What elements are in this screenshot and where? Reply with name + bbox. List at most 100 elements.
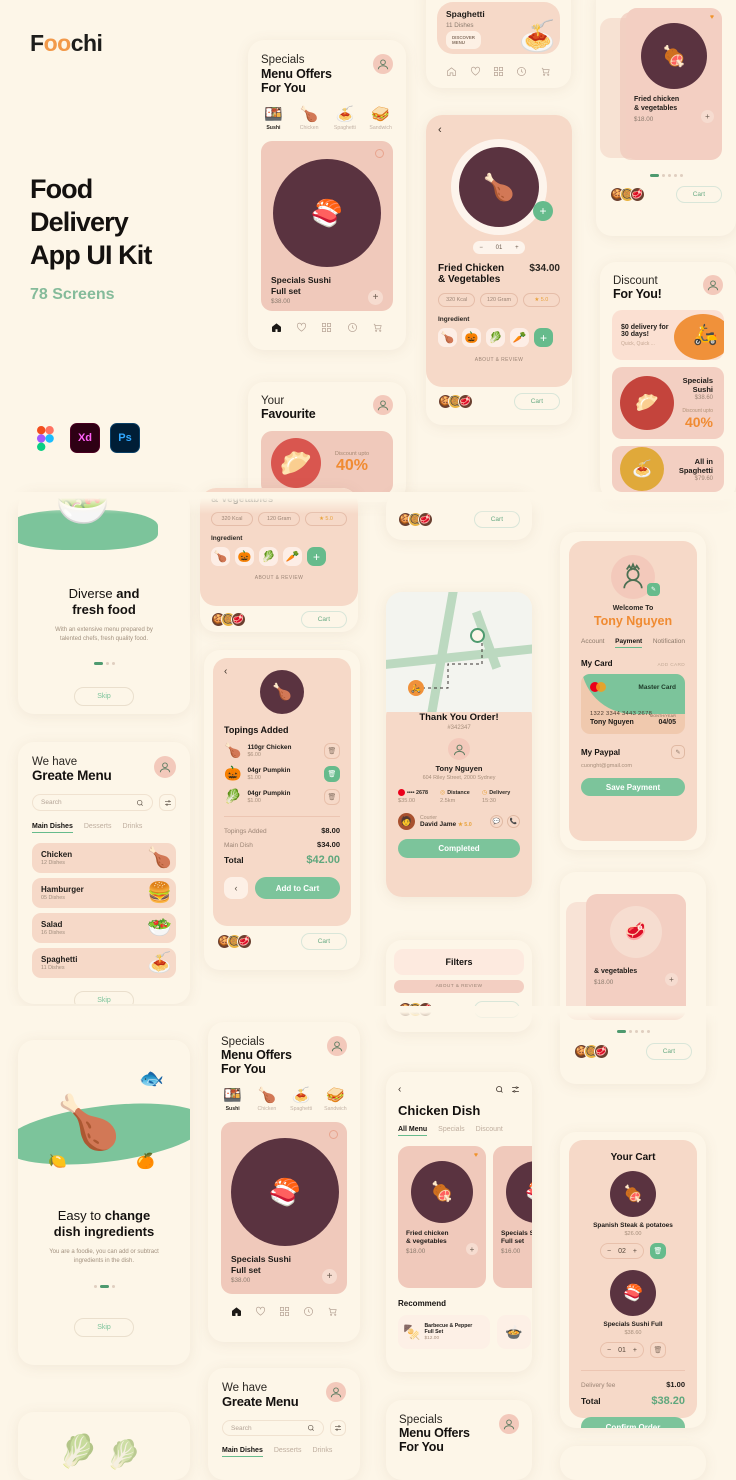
category-strip[interactable]: 🍱 Sushi 🍗 Chicken 🍝 Spaghetti 🥪 Sandwich: [248, 106, 406, 131]
category-chicken[interactable]: 🍗 Chicken: [294, 106, 325, 131]
about-review-label[interactable]: ABOUT & REVIEW: [211, 575, 347, 581]
screen-greate-menu[interactable]: We have Greate Menu Search Main Dishes D…: [18, 742, 190, 1004]
screen-card-stack-2[interactable]: 🥩 & vegetables $18.00 + 🍪 🥘 🥩 Cart: [560, 872, 706, 1084]
skip-button[interactable]: Skip: [74, 991, 134, 1004]
heart-icon[interactable]: ♥: [474, 1152, 478, 1159]
cabbage-icon[interactable]: 🥬: [259, 547, 278, 566]
filter-icon[interactable]: [511, 1085, 520, 1094]
stepper-minus[interactable]: −: [607, 1248, 611, 1255]
menu-tabs[interactable]: Main Dishes Desserts Drinks: [208, 1447, 360, 1457]
screen-specials[interactable]: Specials Menu Offers For You 🍱 Sushi 🍗 Chi…: [248, 40, 406, 350]
avatar[interactable]: [373, 395, 393, 415]
screen-order-tracking[interactable]: 🛵 Thank You Order! #342347 Tony Nguyen 6…: [386, 592, 532, 897]
cart-item[interactable]: 🍖 Spanish Steak & potatoes $26.00 −02 + 🗑: [581, 1171, 685, 1259]
category-spaghetti[interactable]: 🍝 Spaghetti: [287, 1087, 316, 1112]
delete-item-button[interactable]: 🗑: [650, 1243, 666, 1259]
tab-notification[interactable]: Notification: [653, 638, 685, 648]
tab-specials[interactable]: Specials: [438, 1126, 464, 1136]
dish-card[interactable]: ♥ 🍖 Fried chicken & vegetables $18.00 +: [398, 1146, 486, 1288]
quantity-stepper[interactable]: −01 +: [600, 1342, 644, 1358]
screen-greate-menu-2[interactable]: We have Greate Menu Search Main Dishes D…: [208, 1368, 360, 1480]
credit-card[interactable]: Master Card 1322 3344 3443 2678 Tony Ngu…: [581, 674, 685, 734]
filter-icon[interactable]: [159, 794, 176, 811]
grid-icon[interactable]: [493, 64, 504, 82]
tab-main-dishes[interactable]: Main Dishes: [222, 1447, 263, 1457]
cart-button[interactable]: Cart: [513, 393, 560, 410]
clock-icon[interactable]: [303, 1304, 314, 1322]
topping-row[interactable]: 🎃 04gr Pumpkin $1.00 🗑: [224, 765, 340, 782]
delete-topping-button[interactable]: 🗑: [324, 765, 340, 782]
add-ingredient-button[interactable]: +: [307, 547, 326, 566]
screen-onboarding-diverse[interactable]: 🥗 Diverse andfresh food With an extensiv…: [18, 492, 190, 714]
skip-button[interactable]: Skip: [74, 1318, 134, 1338]
add-button[interactable]: +: [368, 290, 383, 306]
heart-icon[interactable]: [470, 64, 481, 82]
quantity-stepper[interactable]: − 01 +: [473, 241, 525, 254]
tab-drinks[interactable]: Drinks: [312, 1447, 332, 1457]
add-to-cart-button[interactable]: Add to Cart: [255, 877, 340, 899]
promo-card-favourite[interactable]: 🥟 Discount upto 40%: [261, 431, 393, 495]
dish-tabs[interactable]: All Menu Specials Discount: [386, 1126, 532, 1136]
cart-icon[interactable]: [540, 64, 551, 82]
ingredient-list[interactable]: 🍗 🎃 🥬 🥕 +: [438, 328, 560, 347]
screen-food-detail[interactable]: ‹ 🍗 + − 01 + Fried Chicken & Vegetables …: [426, 115, 572, 425]
chicken-leg-icon[interactable]: 🍗: [438, 328, 457, 347]
skip-button[interactable]: Skip: [74, 687, 134, 707]
dish-card-row[interactable]: ♥ 🍖 Fried chicken & vegetables $18.00 + …: [386, 1146, 532, 1288]
add-card-button[interactable]: ADD CARD: [658, 663, 685, 668]
heart-icon[interactable]: ♥: [710, 14, 714, 21]
filter-icon[interactable]: [330, 1420, 346, 1436]
home-icon[interactable]: [446, 64, 457, 82]
pumpkin-icon[interactable]: 🎃: [462, 328, 481, 347]
delete-topping-button[interactable]: 🗑: [324, 788, 340, 805]
message-icon[interactable]: 💬: [490, 815, 503, 828]
cart-bar[interactable]: 🍪🥘🥩 Cart: [560, 1033, 706, 1060]
category-sushi[interactable]: 🍱 Sushi: [258, 106, 289, 131]
home-icon[interactable]: [271, 320, 282, 338]
confirm-order-button[interactable]: Confirm Order: [581, 1417, 685, 1428]
add-ingredient-button[interactable]: +: [534, 328, 553, 347]
recommend-item[interactable]: 🍲: [497, 1315, 531, 1349]
heart-icon[interactable]: [375, 149, 384, 158]
heart-icon[interactable]: [296, 320, 307, 338]
completed-button[interactable]: Completed: [398, 839, 520, 858]
edit-icon[interactable]: ✎: [671, 745, 685, 759]
search-input[interactable]: Search: [222, 1420, 324, 1436]
screen-favourite[interactable]: Your Favourite 🥟 Discount upto 40%: [248, 382, 406, 502]
bottom-tabbar[interactable]: [248, 320, 406, 338]
list-item[interactable]: Spaghetti 11 Dishes 🍝: [32, 948, 176, 978]
recommend-row[interactable]: 🍢 Barbecue & Pepper Full Set $12.00 🍲: [386, 1315, 532, 1349]
back-button[interactable]: ‹: [224, 667, 227, 677]
carousel-dots[interactable]: [18, 662, 190, 666]
stacked-card-front[interactable]: 🥩 & vegetables $18.00 +: [586, 894, 686, 1020]
stepper-minus[interactable]: −: [479, 245, 483, 251]
promo-banner-delivery[interactable]: $0 delivery for 30 days! Quick, Quick ..…: [612, 310, 724, 360]
delete-topping-button[interactable]: 🗑: [324, 742, 340, 759]
list-item[interactable]: Chicken 12 Dishes 🍗: [32, 843, 176, 873]
topping-row[interactable]: 🥬 04gr Pumpkin $1.00 🗑: [224, 788, 340, 805]
tab-account[interactable]: Account: [581, 638, 605, 648]
carousel-dots[interactable]: [18, 1285, 190, 1289]
screen-specials-3[interactable]: Specials Menu Offers For You: [386, 1400, 532, 1480]
food-card-sushi[interactable]: 🍣 Specials Sushi Full set $38.00 +: [261, 141, 393, 311]
cabbage-icon[interactable]: 🥬: [486, 328, 505, 347]
category-sandwich[interactable]: 🥪 Sandwich: [321, 1087, 350, 1112]
add-button[interactable]: +: [665, 972, 678, 986]
heart-icon[interactable]: [255, 1304, 266, 1322]
carrot-icon[interactable]: 🥕: [510, 328, 529, 347]
tab-main-dishes[interactable]: Main Dishes: [32, 823, 73, 833]
screen-onboarding-3[interactable]: 🥬 🥬: [18, 1412, 190, 1480]
quantity-stepper[interactable]: −02 +: [600, 1243, 644, 1259]
screen-card-stack[interactable]: ♥ 🍖 Fried chicken & vegetables $18.00 + …: [596, 0, 736, 236]
menu-list[interactable]: Chicken 12 Dishes 🍗 Hamburger 05 Dishes 🍔 …: [18, 843, 190, 978]
tab-desserts[interactable]: Desserts: [274, 1447, 302, 1457]
add-ingredient-button[interactable]: +: [533, 201, 553, 221]
avatar[interactable]: ✎: [611, 555, 660, 599]
screen-profile-payment[interactable]: ✎ Welcome To Tony Nguyen Account Payment…: [560, 532, 706, 850]
discover-line2[interactable]: MENU: [452, 40, 475, 45]
save-payment-button[interactable]: Save Payment: [581, 778, 685, 796]
avatar[interactable]: [326, 1382, 346, 1402]
discount-item-sushi[interactable]: 🥟 Specials Sushi $38.60 Discount upto 40…: [612, 367, 724, 439]
pumpkin-icon[interactable]: 🎃: [235, 547, 254, 566]
category-chicken[interactable]: 🍗 Chicken: [252, 1087, 281, 1112]
